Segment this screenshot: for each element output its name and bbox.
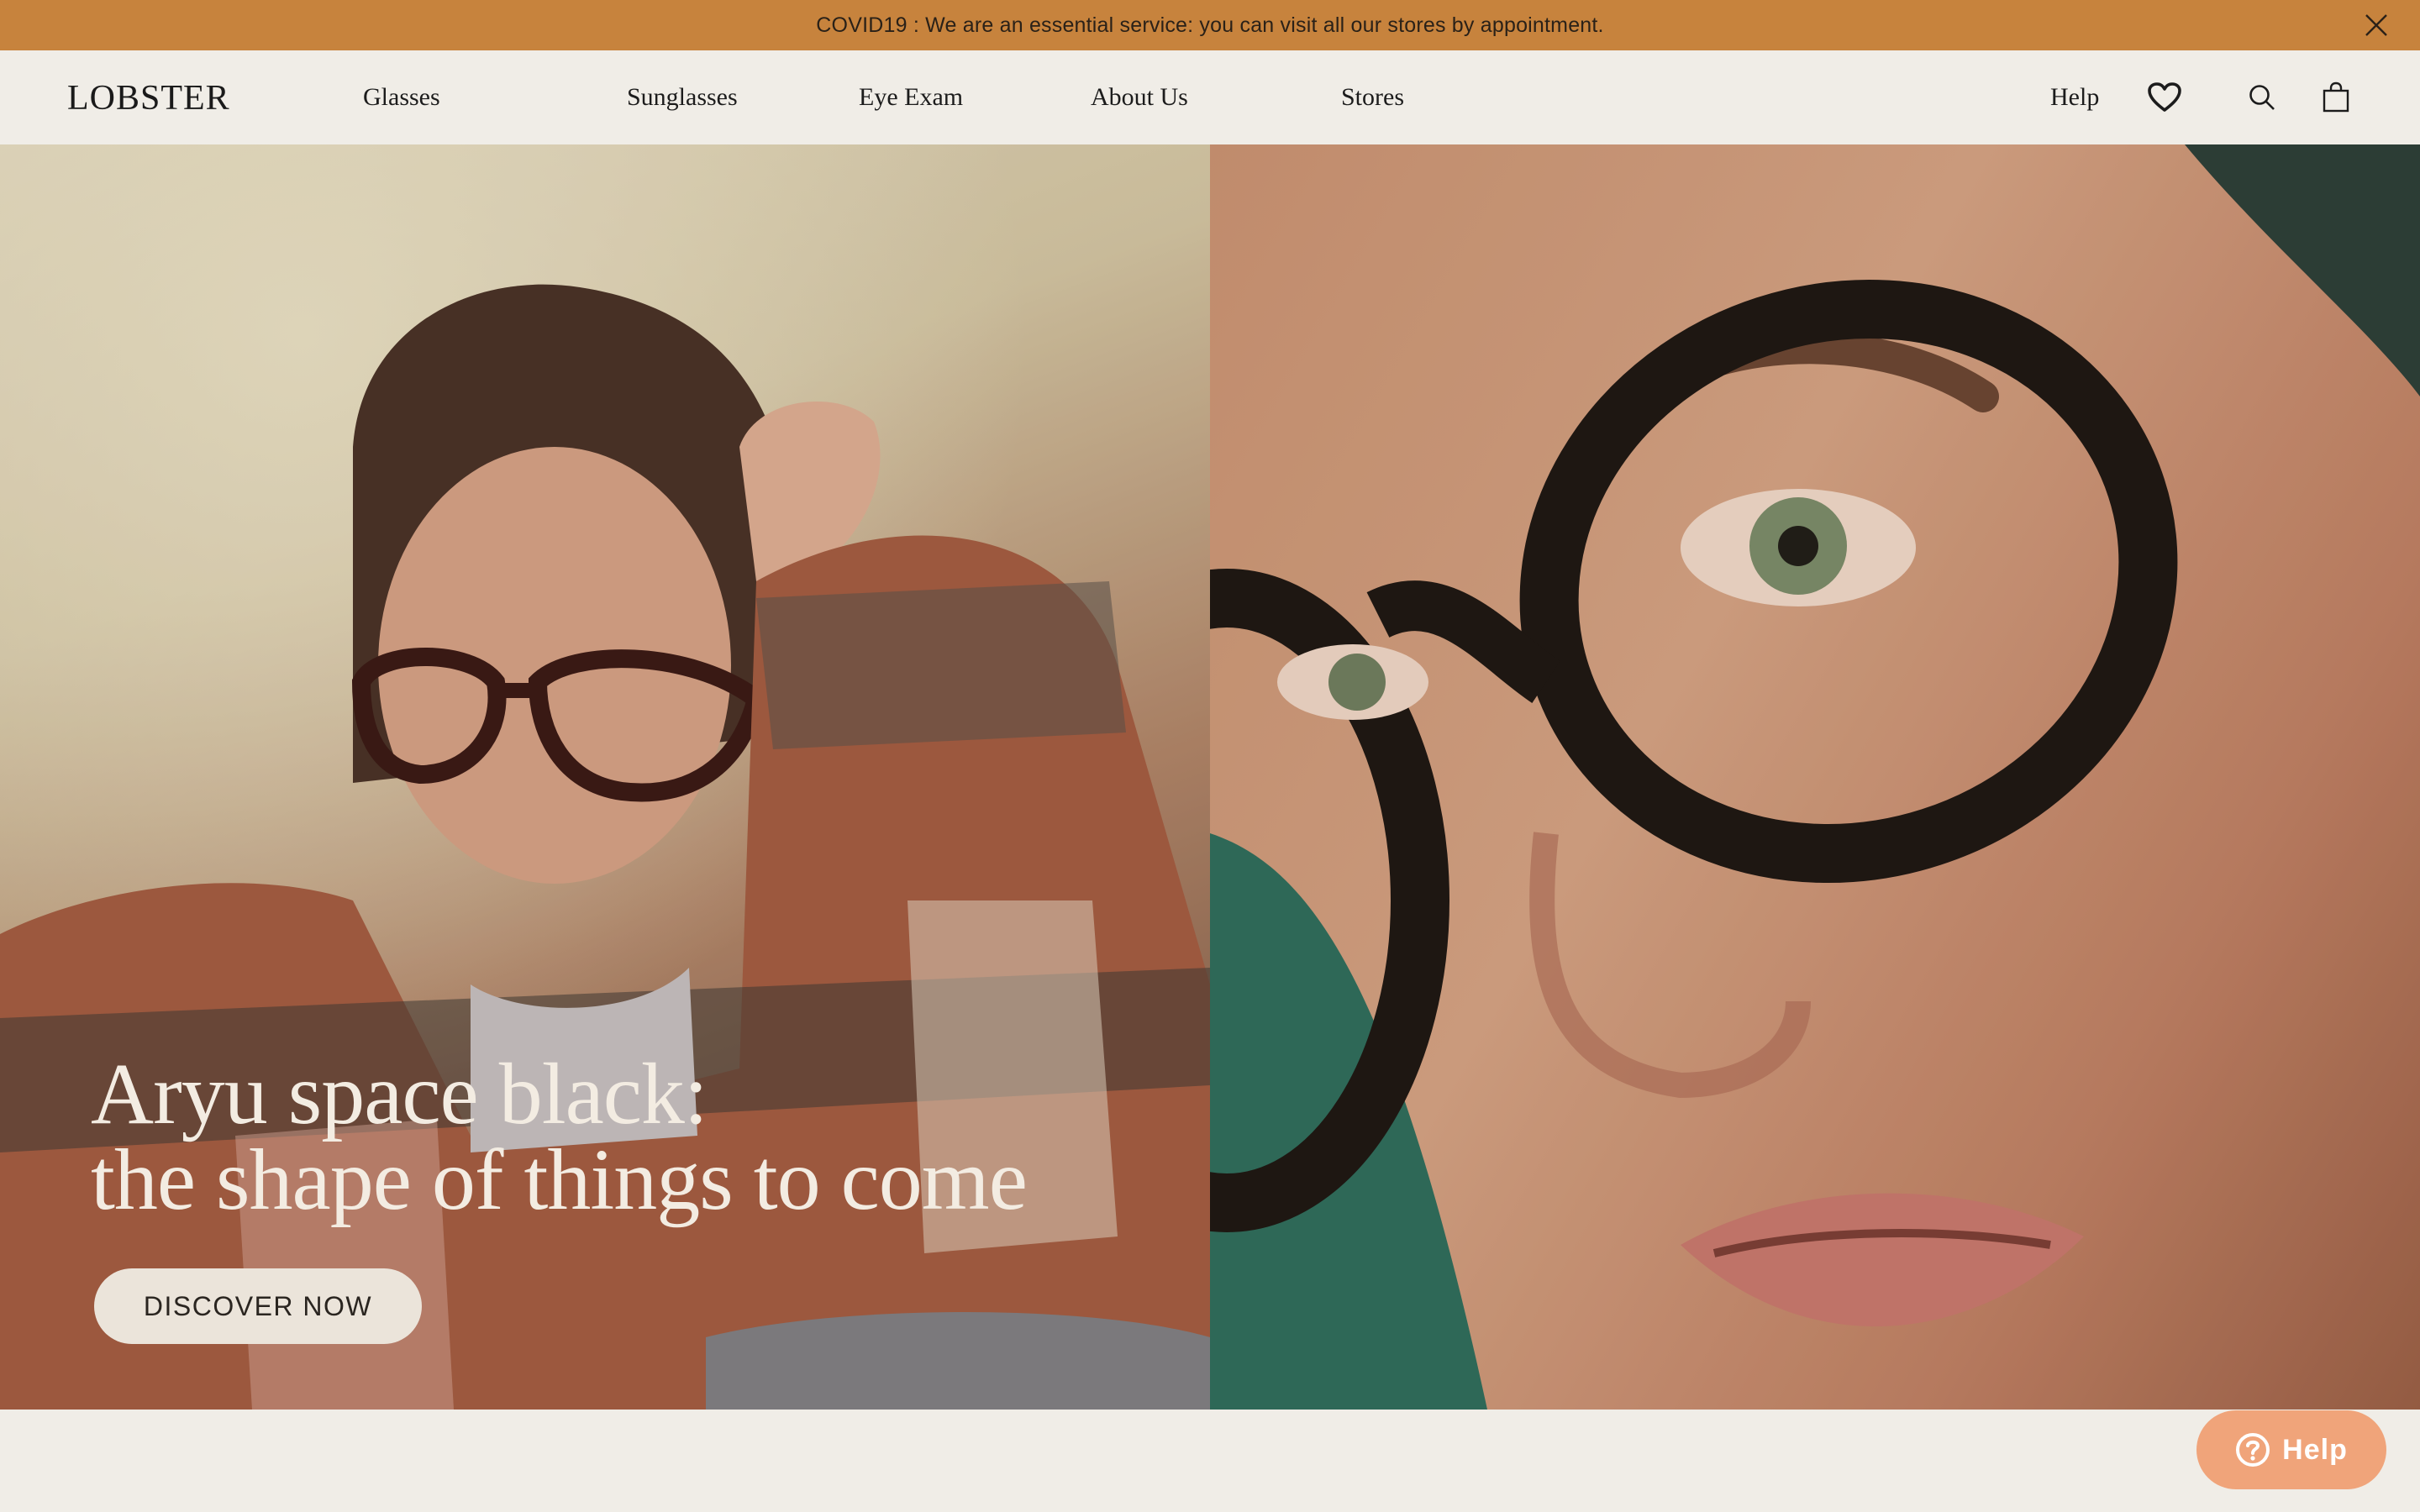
help-chat-label: Help (2282, 1433, 2348, 1466)
announcement-close-button[interactable] (2360, 8, 2393, 42)
nav-sunglasses[interactable]: Sunglasses (627, 79, 738, 116)
hero-image-left[interactable]: Aryu space black: the shape of things to… (0, 144, 1210, 1410)
hero-headline: Aryu space black: the shape of things to… (91, 1046, 1028, 1228)
search-button[interactable] (2242, 74, 2282, 121)
heart-icon (2148, 82, 2181, 112)
discover-now-button[interactable]: DISCOVER NOW (94, 1268, 422, 1344)
nav-eye-exam[interactable]: Eye Exam (859, 79, 963, 116)
close-icon (2365, 14, 2387, 36)
announcement-bar: COVID19 : We are an essential service: y… (0, 0, 2420, 50)
nav-help[interactable]: Help (2050, 79, 2099, 116)
hero-section: Aryu space black: the shape of things to… (0, 144, 2420, 1410)
model-closeup-photo (1210, 144, 2420, 1410)
bag-icon (2323, 81, 2349, 113)
help-chat-button[interactable]: Help (2196, 1410, 2386, 1489)
hero-headline-line1: Aryu space black: (91, 1046, 708, 1142)
nav-glasses[interactable]: Glasses (363, 79, 440, 116)
hero-headline-line2: the shape of things to come (91, 1131, 1028, 1228)
announcement-text: COVID19 : We are an essential service: y… (816, 13, 1604, 37)
cart-button[interactable] (2316, 74, 2356, 121)
search-icon (2249, 85, 2275, 110)
nav-about-us[interactable]: About Us (1091, 79, 1188, 116)
main-navbar: LOBSTER Glasses Sunglasses Eye Exam Abou… (0, 50, 2420, 144)
hero-image-right[interactable] (1210, 144, 2420, 1410)
question-circle-icon (2236, 1433, 2270, 1467)
nav-stores[interactable]: Stores (1341, 79, 1404, 116)
brand-logo[interactable]: LOBSTER (67, 77, 230, 119)
wishlist-button[interactable] (2144, 74, 2185, 121)
